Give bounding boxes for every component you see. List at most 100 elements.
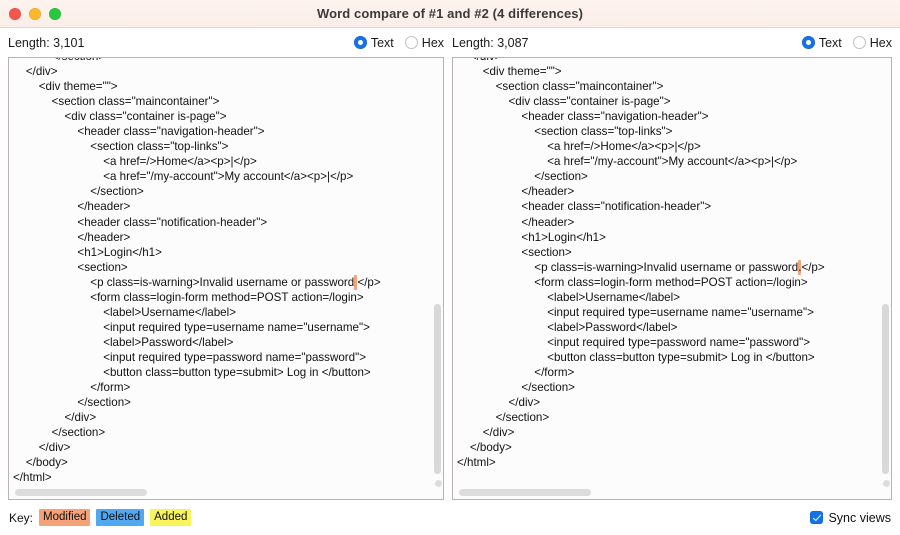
code-line: </body> (13, 455, 441, 470)
legend-chip-deleted: Deleted (96, 509, 144, 526)
right-horizontal-scrollbar-thumb[interactable] (459, 489, 591, 496)
code-line: <a href="/my-account">My account</a><p>|… (13, 169, 441, 184)
window-title: Word compare of #1 and #2 (4 differences… (0, 6, 900, 21)
checkbox-checked-icon[interactable] (810, 511, 823, 524)
code-line: </form> (457, 365, 889, 380)
right-pane-toolbar: Length: 3,087 Text Hex (452, 28, 892, 57)
radio-selected-icon[interactable] (354, 36, 367, 49)
left-view-mode-text-label: Text (371, 36, 394, 50)
code-line: <header class="notification-header"> (457, 199, 889, 214)
right-scroll-corner (883, 480, 890, 487)
code-line: </section> (13, 425, 441, 440)
code-line: </div> (13, 440, 441, 455)
code-line: </form> (13, 380, 441, 395)
code-line: </header> (457, 215, 889, 230)
code-line: </div> (457, 57, 889, 64)
compare-panes: </section> </div> <div theme=""> <sectio… (0, 57, 900, 500)
code-line: </section> (13, 395, 441, 410)
code-line: <form class=login-form method=POST actio… (457, 275, 889, 290)
code-line: <label>Username</label> (457, 290, 889, 305)
left-diff-text[interactable]: </section> </div> <div theme=""> <sectio… (9, 57, 443, 485)
code-line: <div class="container is-page"> (457, 94, 889, 109)
left-diff-pane[interactable]: </section> </div> <div theme=""> <sectio… (8, 57, 444, 500)
left-vertical-scrollbar[interactable] (434, 304, 441, 474)
key-label: Key: (9, 511, 33, 525)
radio-unselected-icon[interactable] (853, 36, 866, 49)
code-line: </div> (13, 64, 441, 79)
diff-modified-highlight (354, 275, 357, 290)
left-horizontal-scrollbar-thumb[interactable] (15, 489, 147, 496)
window-controls[interactable] (9, 0, 61, 27)
code-line: <a href=/>Home</a><p>|</p> (457, 139, 889, 154)
left-view-mode-group[interactable]: Text Hex (354, 36, 444, 50)
code-line: </div> (457, 425, 889, 440)
right-horizontal-scrollbar-track[interactable] (453, 486, 891, 499)
left-view-mode-text[interactable]: Text (354, 36, 394, 50)
diff-modified-highlight: . (798, 260, 801, 275)
right-length-label: Length: 3,087 (452, 36, 528, 50)
radio-unselected-icon[interactable] (405, 36, 418, 49)
code-line: <header class="notification-header"> (13, 215, 441, 230)
code-line: <h1>Login</h1> (13, 245, 441, 260)
right-view-mode-hex[interactable]: Hex (853, 36, 892, 50)
code-line: </section> (13, 184, 441, 199)
legend-chip-added: Added (150, 509, 191, 526)
code-line: </header> (13, 230, 441, 245)
compare-toolbar: Length: 3,101 Text Hex Length: 3,087 Tex… (0, 28, 900, 57)
legend-footer: Key: Modified Deleted Added Sync views (0, 500, 900, 535)
left-view-mode-hex-label: Hex (422, 36, 444, 50)
code-line: <p class=is-warning>Invalid username or … (13, 275, 441, 290)
code-line: <div theme=""> (13, 79, 441, 94)
code-line: <a href="/my-account">My account</a><p>|… (457, 154, 889, 169)
code-line: </body> (457, 440, 889, 455)
code-line: <div theme=""> (457, 64, 889, 79)
code-line: <section class="top-links"> (13, 139, 441, 154)
right-vertical-scrollbar[interactable] (882, 304, 889, 474)
right-view-mode-text[interactable]: Text (802, 36, 842, 50)
code-line: </html> (13, 470, 441, 485)
code-line: </div> (457, 395, 889, 410)
code-line: </html> (457, 455, 889, 470)
left-scroll-corner (435, 480, 442, 487)
left-view-mode-hex[interactable]: Hex (405, 36, 444, 50)
left-horizontal-scrollbar-track[interactable] (9, 486, 443, 499)
legend-chips: Modified Deleted Added (39, 509, 191, 526)
code-line: <input required type=username name="user… (457, 305, 889, 320)
code-line: </section> (457, 410, 889, 425)
minimize-button[interactable] (29, 8, 41, 20)
right-view-mode-text-label: Text (819, 36, 842, 50)
radio-selected-icon[interactable] (802, 36, 815, 49)
code-line: <section class="maincontainer"> (13, 94, 441, 109)
right-diff-pane[interactable]: </div> <div theme=""> <section class="ma… (452, 57, 892, 500)
code-line: <form class=login-form method=POST actio… (13, 290, 441, 305)
right-view-mode-group[interactable]: Text Hex (802, 36, 892, 50)
zoom-button[interactable] (49, 8, 61, 20)
code-line: <label>Password</label> (457, 320, 889, 335)
code-line: <button class=button type=submit> Log in… (13, 365, 441, 380)
right-diff-text[interactable]: </div> <div theme=""> <section class="ma… (453, 57, 891, 470)
code-line: </section> (457, 169, 889, 184)
code-line: </section> (13, 57, 441, 64)
right-view-mode-hex-label: Hex (870, 36, 892, 50)
code-line: <button class=button type=submit> Log in… (457, 350, 889, 365)
code-line: <header class="navigation-header"> (13, 124, 441, 139)
code-line: <label>Password</label> (13, 335, 441, 350)
code-line: </div> (13, 410, 441, 425)
code-line: <p class=is-warning>Invalid username or … (457, 260, 889, 275)
left-pane-toolbar: Length: 3,101 Text Hex (8, 28, 444, 57)
code-line: <section> (13, 260, 441, 275)
code-line: </section> (457, 380, 889, 395)
sync-views-label: Sync views (828, 511, 891, 525)
code-line: <section class="top-links"> (457, 124, 889, 139)
left-length-label: Length: 3,101 (8, 36, 84, 50)
window-titlebar: Word compare of #1 and #2 (4 differences… (0, 0, 900, 28)
code-line: <input required type=password name="pass… (457, 335, 889, 350)
code-line: <input required type=password name="pass… (13, 350, 441, 365)
code-line: <h1>Login</h1> (457, 230, 889, 245)
close-button[interactable] (9, 8, 21, 20)
code-line: </header> (457, 184, 889, 199)
sync-views-toggle[interactable]: Sync views (810, 511, 891, 525)
code-line: <section> (457, 245, 889, 260)
code-line: <div class="container is-page"> (13, 109, 441, 124)
legend-chip-modified: Modified (39, 509, 90, 526)
